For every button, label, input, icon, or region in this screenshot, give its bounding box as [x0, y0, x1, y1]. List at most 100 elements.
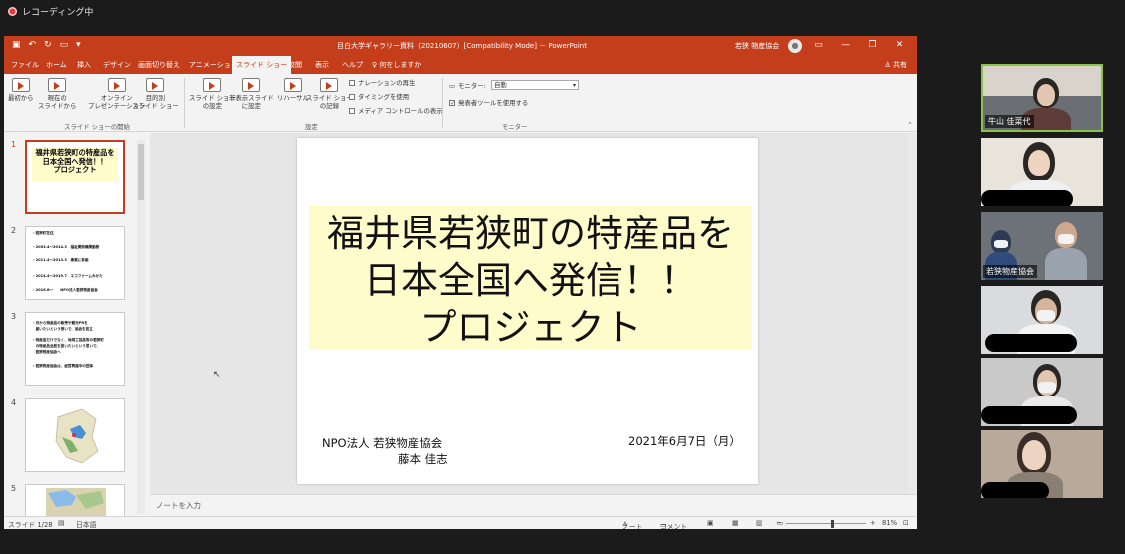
tab-view[interactable]: 表示 — [311, 56, 333, 74]
play-from-start-icon — [11, 78, 30, 92]
comments-label: コメント — [660, 523, 688, 529]
account-avatar-icon[interactable]: ● — [788, 39, 802, 53]
normal-view-icon[interactable]: ▣ — [707, 519, 713, 527]
minimize-icon[interactable]: — — [832, 39, 859, 52]
slide-thumbnail-4[interactable] — [25, 398, 125, 472]
record-slideshow-icon — [320, 78, 339, 92]
slide-thumbnail-pane: 1 福井県若狭町の特産品を 日本全国へ発信！！ プロジェクト 2 ・若狭町在住 … — [4, 133, 150, 519]
mouse-cursor-icon: ↖ — [213, 370, 221, 380]
redo-icon[interactable]: ↻ — [44, 40, 52, 51]
save-icon[interactable]: ▣ — [12, 40, 21, 51]
tab-review[interactable]: 校閲 — [284, 56, 306, 74]
participant-tile[interactable]: 若狭物産協会 — [981, 212, 1103, 280]
participant-tile[interactable] — [981, 286, 1103, 354]
from-current-label-1: 現在の — [47, 94, 67, 102]
from-beginning-label: 最初から — [8, 94, 34, 102]
participant-tile[interactable] — [981, 138, 1103, 206]
play-narrations-checkbox[interactable]: ナレーションの再生 — [349, 78, 415, 87]
thumbnail-text: ・月から特産品の販売や観光PRを — [32, 321, 88, 325]
monitor-label: ▭ モニター: — [449, 81, 486, 91]
tab-design[interactable]: デザイン — [99, 56, 135, 74]
slide-sorter-icon[interactable]: ▦ — [732, 519, 738, 527]
slide-thumbnail-1[interactable]: 福井県若狭町の特産品を 日本全国へ発信！！ プロジェクト — [25, 140, 125, 214]
from-beginning-button[interactable]: 最初から — [8, 78, 34, 102]
slide-thumbnail-5[interactable] — [25, 484, 125, 519]
slide-number: 4 — [11, 398, 17, 407]
ribbon-display-icon[interactable]: ▭ — [805, 39, 832, 52]
thumbnail-text: ・2014.4〜2019.7 エコファームみかた — [32, 274, 103, 278]
share-button[interactable]: ♙ 共有 — [884, 56, 907, 74]
slide-title[interactable]: 福井県若狭町の特産品を 日本全国へ発信！！ プロジェクト — [309, 206, 752, 350]
notes-placeholder: ノートを入力 — [156, 501, 201, 510]
tab-help[interactable]: ヘルプ — [338, 56, 367, 74]
monitor-select[interactable]: 自動 — [491, 80, 579, 90]
participant-tile[interactable] — [981, 358, 1103, 426]
slide-author[interactable]: 藤本 佳志 — [398, 451, 448, 467]
media-label: メディア コントロールの表示 — [358, 107, 443, 115]
notes-label: ノート — [622, 523, 643, 529]
slide-number: 2 — [11, 226, 17, 235]
thumbnail-scrollbar[interactable] — [137, 140, 145, 514]
ribbon-separator — [184, 78, 185, 128]
customize-qat-icon[interactable]: ▾ — [76, 40, 81, 51]
scrollbar-thumb[interactable] — [138, 144, 144, 200]
checkbox-icon — [349, 93, 355, 100]
from-current-button[interactable]: 現在の スライドから — [38, 78, 76, 110]
editor-scrollbar[interactable] — [908, 133, 917, 494]
undo-icon[interactable]: ↶ — [29, 40, 37, 51]
zoom-level[interactable]: 81% — [882, 519, 897, 527]
collapse-ribbon-icon[interactable]: ⌃ — [907, 121, 913, 129]
rehearse-timings-button[interactable]: リハーサル — [277, 78, 309, 102]
tell-me-label: 何をしますか — [379, 61, 422, 69]
ribbon-tabs: ファイル ホーム 挿入 デザイン 画面切り替え アニメーション スライド ショー… — [4, 56, 917, 74]
restore-icon[interactable]: ❐ — [859, 39, 886, 52]
spellcheck-icon[interactable]: ▤ — [58, 519, 64, 527]
tab-transitions[interactable]: 画面切り替え — [134, 56, 184, 74]
start-slideshow-icon[interactable]: ▭ — [60, 40, 69, 51]
setup-icon — [203, 78, 222, 92]
hide-label-2: に設定 — [241, 102, 261, 110]
current-slide[interactable]: 福井県若狭町の特産品を 日本全国へ発信！！ プロジェクト NPO法人 若狭物産協… — [297, 138, 758, 484]
close-icon[interactable]: ✕ — [886, 39, 913, 52]
participant-name: 牛山 佳菜代 — [985, 115, 1034, 128]
account-name[interactable]: 若狭 物産協会 — [735, 41, 779, 51]
thumbnail-text: の特産品全般を扱いたいという思いで、 — [32, 344, 101, 348]
fit-slide-icon[interactable]: ⊡ — [903, 519, 909, 527]
participant-name: 若狭物産協会 — [983, 265, 1037, 278]
slide-organization[interactable]: NPO法人 若狭物産協会 — [322, 435, 442, 451]
zoom-slider[interactable] — [786, 523, 866, 524]
person-icon: ♙ — [884, 61, 891, 69]
title-bar: ▣ ↶ ↻ ▭ ▾ 目白大学ギャラリー資料（20210607）[Compatib… — [4, 36, 917, 56]
monitor-label-text: モニター: — [458, 82, 486, 90]
reading-view-icon[interactable]: ▥ — [756, 519, 762, 527]
tab-home[interactable]: ホーム — [42, 56, 71, 74]
monitor-icon: ▭ — [449, 81, 456, 90]
tab-insert[interactable]: 挿入 — [73, 56, 95, 74]
tab-file[interactable]: ファイル — [7, 56, 43, 74]
slide-date[interactable]: 2021年6月7日（月） — [628, 433, 741, 449]
zoom-in-icon[interactable]: + — [870, 519, 876, 527]
thumbnail-text: ・若狭物産協会は、経営再建中の団体 — [32, 364, 94, 368]
tab-slideshow[interactable]: スライド ショー — [232, 56, 292, 74]
group-monitor-label: モニター — [502, 123, 528, 131]
slide-count: スライド 1/28 — [8, 521, 53, 529]
media-controls-checkbox[interactable]: メディア コントロールの表示 — [349, 106, 443, 115]
use-timings-checkbox[interactable]: タイミングを使用 — [349, 92, 409, 101]
participant-tile[interactable]: 牛山 佳菜代 — [981, 64, 1103, 132]
hide-slide-button[interactable]: 非表示スライド に設定 — [229, 78, 274, 110]
group-setup-label: 設定 — [305, 123, 318, 131]
custom-slideshow-button[interactable]: 目的別 スライド ショー — [132, 78, 179, 110]
thumbnail-text: 届いたいという想いで、協会を設立 — [32, 327, 93, 331]
checkbox-checked-icon: ✓ — [449, 99, 456, 107]
participant-tile[interactable] — [981, 430, 1103, 498]
slide-editor: 福井県若狭町の特産品を 日本全国へ発信！！ プロジェクト NPO法人 若狭物産協… — [150, 133, 908, 494]
thumbnail-text: ・特産品だけでなく、地域工芸品等の若狭町 — [32, 338, 104, 342]
presenter-view-checkbox[interactable]: ✓ 発表者ツールを使用する — [449, 98, 528, 107]
zoom-out-icon[interactable]: − — [776, 519, 782, 527]
record-slideshow-button[interactable]: スライド ショー の記録 — [306, 78, 353, 110]
slide-thumbnail-3[interactable]: ・月から特産品の販売や観光PRを 届いたいという想いで、協会を設立 ・特産品だけ… — [25, 312, 125, 386]
zoom-slider-handle[interactable] — [831, 520, 834, 528]
slide-thumbnail-2[interactable]: ・若狭町在住 ・2003.4〜2014.3 福祉関係機関勤務 ・2011.4〜2… — [25, 226, 125, 300]
tell-me-search[interactable]: ♀ 何をしますか — [368, 56, 425, 74]
language[interactable]: 日本語 — [76, 519, 96, 529]
